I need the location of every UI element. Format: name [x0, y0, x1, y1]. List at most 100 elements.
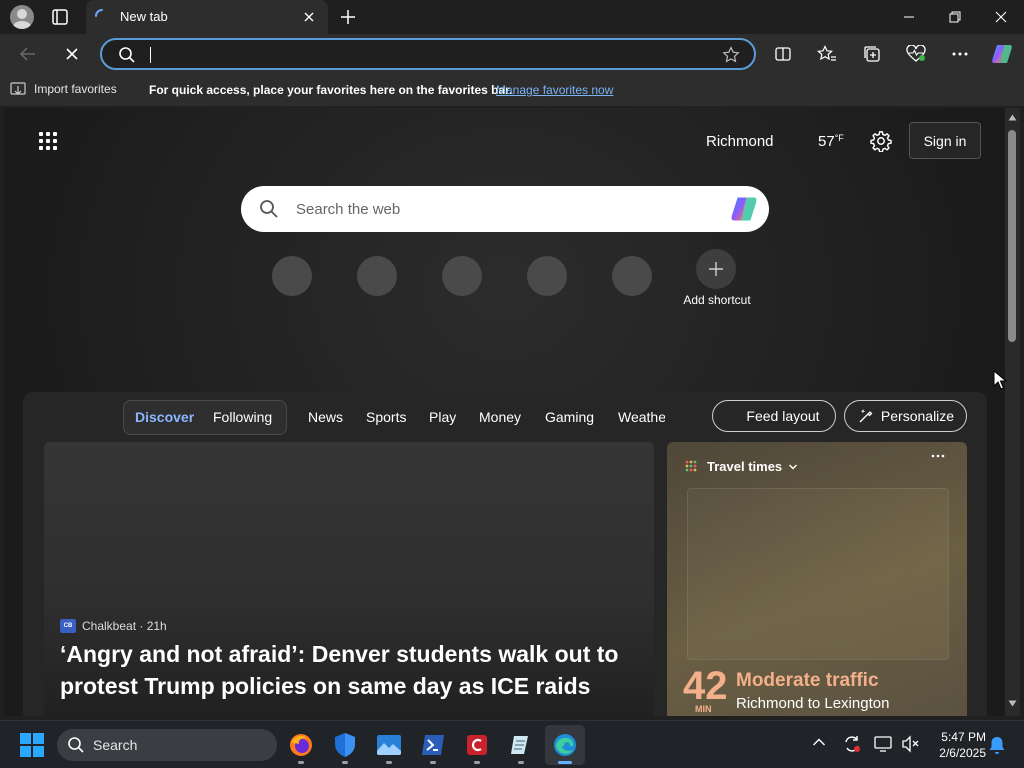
stop-icon — [66, 48, 78, 60]
page-settings-icon[interactable] — [870, 130, 892, 152]
news-card[interactable]: CB Chalkbeat · 21h ‘Angry and not afraid… — [44, 442, 654, 716]
sign-in-button[interactable]: Sign in — [909, 122, 981, 159]
copilot-button[interactable] — [990, 42, 1014, 66]
minimize-button[interactable] — [886, 0, 932, 34]
restore-button[interactable] — [932, 0, 978, 34]
start-button[interactable] — [18, 731, 46, 759]
article-headline[interactable]: ‘Angry and not afraid’: Denver students … — [60, 638, 640, 702]
feed-layout-label: Feed layout — [746, 408, 820, 424]
travel-route: Richmond to Lexington — [736, 695, 890, 712]
volume-muted-icon — [902, 735, 919, 753]
traffic-map[interactable] — [687, 488, 949, 660]
taskbar-app-red[interactable] — [463, 731, 491, 759]
running-indicator — [298, 761, 304, 764]
tab-weather-clipped[interactable]: Weather — [615, 402, 665, 432]
scroll-up-icon[interactable] — [1008, 114, 1017, 121]
travel-times-title[interactable]: Travel times — [707, 459, 798, 474]
running-indicator — [386, 761, 392, 764]
volume-tray-icon[interactable] — [901, 735, 921, 753]
tab-discover[interactable]: Discover — [135, 409, 194, 425]
powershell-icon — [422, 735, 444, 755]
new-tab-button[interactable] — [338, 7, 358, 27]
taskbar-notepad[interactable] — [507, 731, 535, 759]
tab-weather[interactable]: Weather — [618, 409, 665, 425]
notifications-button[interactable] — [988, 735, 1006, 755]
favorites-bar-hint: For quick access, place your favorites h… — [149, 83, 513, 97]
favorites-button[interactable] — [815, 42, 839, 66]
temperature-value: 57 — [818, 133, 835, 150]
travel-times-label: Travel times — [707, 459, 783, 474]
tab-title: New tab — [120, 9, 168, 24]
taskbar-search-label: Search — [93, 737, 138, 753]
more-options-icon[interactable] — [931, 454, 945, 458]
split-screen-button[interactable] — [771, 42, 795, 66]
back-button[interactable] — [16, 42, 40, 66]
news-feed: Discover Following News Sports Play Mone… — [23, 392, 987, 716]
shortcut-tile[interactable] — [612, 256, 652, 296]
feed-layout-button[interactable]: Feed layout — [712, 400, 836, 432]
back-arrow-icon — [19, 47, 35, 61]
manage-favorites-link[interactable]: Manage favorites now — [496, 83, 613, 97]
taskbar-defender[interactable] — [331, 731, 359, 759]
tab-gaming[interactable]: Gaming — [545, 409, 594, 425]
app-launcher-icon[interactable] — [37, 130, 59, 152]
taskbar-firefox[interactable] — [287, 731, 315, 759]
tab-sports[interactable]: Sports — [366, 409, 406, 425]
network-tray-icon[interactable] — [874, 735, 894, 753]
sparkle-edit-icon — [859, 409, 873, 423]
favorite-star-icon[interactable] — [722, 46, 740, 64]
scroll-down-icon[interactable] — [1008, 700, 1017, 707]
sync-icon — [845, 736, 860, 752]
address-bar[interactable] — [100, 38, 756, 70]
taskbar-photos[interactable] — [375, 731, 403, 759]
shortcut-tile[interactable] — [272, 256, 312, 296]
shortcut-tile[interactable] — [527, 256, 567, 296]
collections-button[interactable] — [860, 42, 884, 66]
chevron-down-icon — [789, 464, 798, 469]
tab-actions-icon[interactable] — [50, 8, 70, 26]
favorites-bar: Import favorites For quick access, place… — [0, 74, 1024, 106]
taskbar-search-box[interactable]: Search — [57, 729, 277, 761]
shortcut-tile[interactable] — [442, 256, 482, 296]
travel-minutes-label: MIN — [695, 704, 712, 714]
firefox-icon — [290, 734, 312, 756]
tab-following[interactable]: Following — [213, 409, 272, 425]
tab-new-tab[interactable]: New tab — [86, 0, 328, 34]
loading-icon — [94, 8, 110, 24]
search-icon — [259, 199, 279, 219]
travel-times-card[interactable]: Travel times 42 MIN Moderate traffic Ric… — [667, 442, 967, 716]
source-meta: Chalkbeat · 21h — [82, 619, 167, 633]
browser-essentials-button[interactable] — [904, 42, 928, 66]
page-scrollbar[interactable] — [1005, 108, 1020, 716]
taskbar-edge-active[interactable] — [545, 725, 585, 765]
copilot-icon[interactable] — [729, 195, 759, 223]
article-source: CB Chalkbeat · 21h — [60, 619, 167, 633]
tab-news[interactable]: News — [308, 409, 343, 425]
system-clock[interactable]: 5:47 PM 2/6/2025 — [930, 729, 986, 761]
running-indicator — [430, 761, 436, 764]
show-hidden-icons[interactable] — [812, 737, 826, 747]
text-caret — [150, 47, 151, 63]
close-tab-icon[interactable] — [302, 10, 316, 24]
close-icon — [995, 11, 1007, 23]
shortcut-tile[interactable] — [357, 256, 397, 296]
sync-tray-icon[interactable] — [842, 734, 862, 754]
add-shortcut-button[interactable] — [696, 249, 736, 289]
traffic-icon — [685, 460, 697, 472]
profile-button[interactable] — [10, 5, 36, 29]
tab-money[interactable]: Money — [479, 409, 521, 425]
bell-icon — [989, 737, 1005, 754]
close-window-button[interactable] — [978, 0, 1024, 34]
scrollbar-thumb[interactable] — [1008, 130, 1016, 342]
stop-loading-button[interactable] — [60, 42, 84, 66]
import-favorites-button[interactable]: Import favorites — [10, 82, 117, 96]
tab-play[interactable]: Play — [429, 409, 456, 425]
settings-more-button[interactable] — [948, 42, 972, 66]
taskbar-powershell[interactable] — [419, 731, 447, 759]
personalize-button[interactable]: Personalize — [844, 400, 967, 432]
image-viewer-icon — [377, 735, 401, 755]
weather-location[interactable]: Richmond — [706, 133, 774, 150]
new-tab-page: Richmond 57°F Sign in Search the web Add… — [4, 108, 1005, 716]
web-search-box[interactable]: Search the web — [241, 186, 769, 232]
weather-temperature[interactable]: 57°F — [818, 133, 844, 150]
